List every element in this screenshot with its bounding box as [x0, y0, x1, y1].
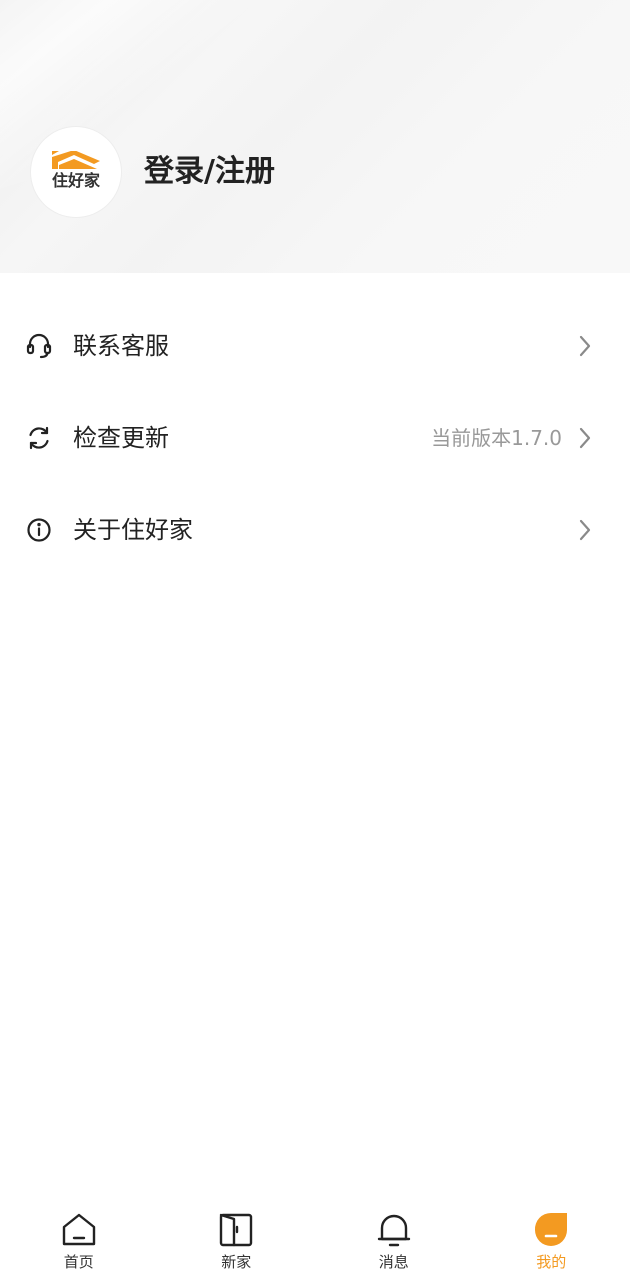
menu-item-label: 联系客服: [73, 332, 169, 360]
app-version-text: 当前版本1.7.0: [431, 426, 562, 450]
chevron-right-icon: [579, 335, 591, 357]
tab-label: 新家: [221, 1253, 252, 1271]
profile-icon: [535, 1213, 568, 1246]
menu-item-about[interactable]: 关于住好家: [0, 484, 630, 576]
login-register-link[interactable]: 登录/注册: [144, 152, 275, 192]
chevron-right-icon: [579, 519, 591, 541]
tab-label: 我的: [536, 1253, 567, 1271]
headset-icon: [25, 332, 53, 360]
tab-home[interactable]: 首页: [0, 1190, 158, 1280]
menu-item-check-update[interactable]: 检查更新 当前版本1.7.0: [0, 392, 630, 484]
info-icon: [25, 516, 53, 544]
tab-messages[interactable]: 消息: [315, 1190, 473, 1280]
menu-item-label: 检查更新: [73, 424, 169, 452]
tab-new-home[interactable]: 新家: [158, 1190, 316, 1280]
house-roof-logo-icon: [52, 150, 100, 169]
avatar[interactable]: 住好家: [31, 127, 121, 217]
tab-label: 首页: [63, 1253, 94, 1271]
menu-item-contact-support[interactable]: 联系客服: [0, 300, 630, 392]
settings-menu: 联系客服 检查更新 当前版本1.7.0 关于住好家: [0, 300, 630, 576]
logo-text: 住好家: [51, 170, 100, 190]
home-icon: [62, 1213, 95, 1246]
profile-header: 住好家 登录/注册: [0, 0, 630, 273]
tab-mine[interactable]: 我的: [473, 1190, 630, 1280]
bottom-tab-bar: 首页 新家 消息 我的: [0, 1190, 630, 1280]
profile-page: 住好家 登录/注册 联系客服 检查更新 当前版本1.7.0 关于住好家 首页 新…: [0, 0, 630, 1280]
bell-icon: [377, 1214, 410, 1247]
refresh-icon: [25, 424, 53, 452]
chevron-right-icon: [579, 427, 591, 449]
tab-label: 消息: [378, 1253, 409, 1271]
menu-item-label: 关于住好家: [73, 516, 193, 544]
door-icon: [220, 1213, 253, 1247]
